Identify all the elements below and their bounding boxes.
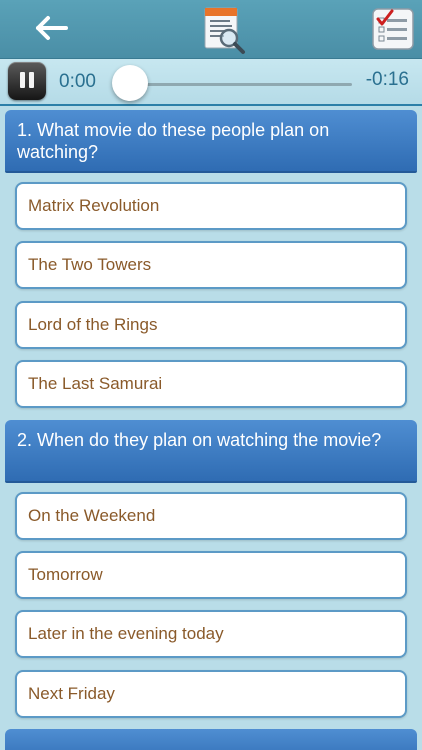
- seek-track[interactable]: [126, 83, 352, 86]
- seek-slider-thumb[interactable]: [112, 65, 148, 101]
- pause-icon: [20, 72, 25, 88]
- question-3-header: [5, 729, 417, 750]
- answer-option[interactable]: Tomorrow: [15, 551, 407, 599]
- answer-option[interactable]: The Two Towers: [15, 241, 407, 289]
- remaining-time: -0:16: [365, 69, 409, 90]
- quiz-button[interactable]: [370, 6, 416, 52]
- question-2: 2. When do they plan on watching the mov…: [5, 420, 417, 483]
- answer-option[interactable]: Matrix Revolution: [15, 182, 407, 230]
- back-arrow-icon: [36, 16, 68, 40]
- answer-option[interactable]: Next Friday: [15, 670, 407, 718]
- answer-option[interactable]: The Last Samurai: [15, 360, 407, 408]
- answer-option[interactable]: On the Weekend: [15, 492, 407, 540]
- elapsed-time: 0:00: [59, 71, 96, 92]
- transcript-button[interactable]: [196, 4, 250, 56]
- document-search-icon: [204, 7, 245, 54]
- answer-option[interactable]: Later in the evening today: [15, 610, 407, 658]
- answer-option[interactable]: Lord of the Rings: [15, 301, 407, 349]
- pause-icon: [29, 72, 34, 88]
- question-1: 1. What movie do these people plan on wa…: [5, 110, 417, 173]
- checklist-icon: [372, 8, 414, 50]
- audio-player-bar: 0:00 -0:16: [0, 59, 422, 106]
- top-navigation-bar: [0, 0, 422, 59]
- back-button[interactable]: [24, 8, 80, 48]
- pause-button[interactable]: [8, 62, 46, 100]
